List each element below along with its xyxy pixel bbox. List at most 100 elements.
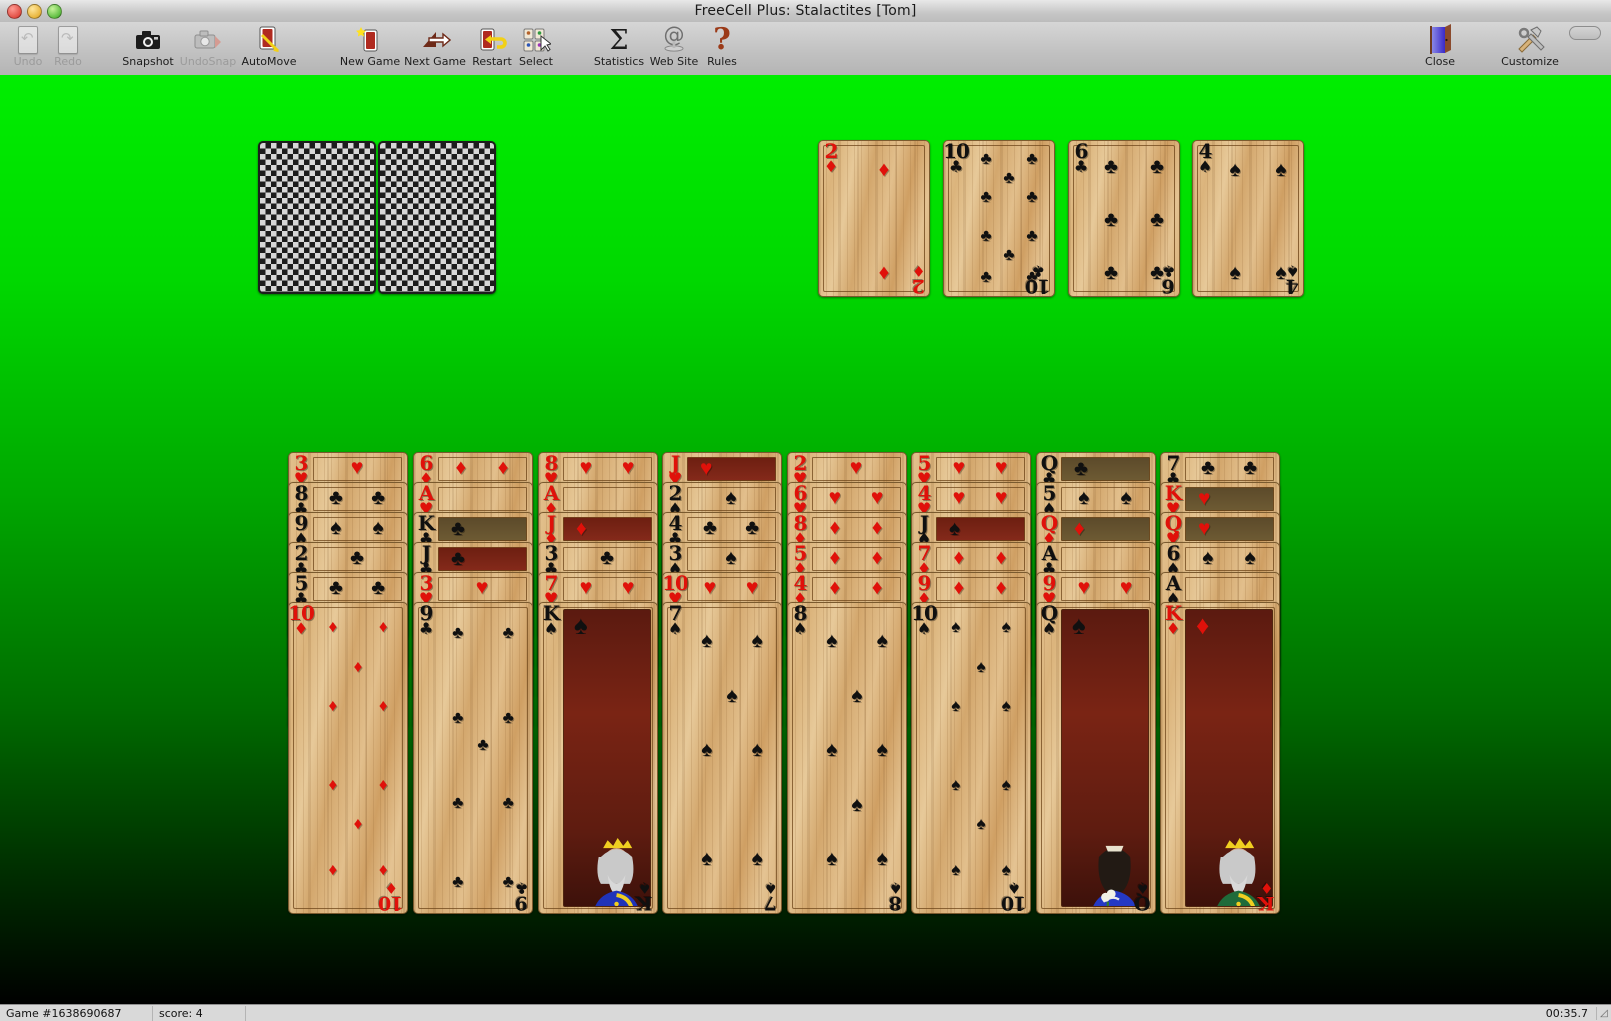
pip: ♥: [995, 487, 1007, 508]
window-title: FreeCell Plus: Stalactites [Tom]: [0, 3, 1611, 19]
pip: ♣: [1074, 458, 1088, 479]
card-index: 4 ♠: [1195, 141, 1215, 175]
pip: ♣: [452, 873, 463, 890]
minimize-window-button[interactable]: [27, 4, 42, 19]
toolbar-button-undosnap[interactable]: UndoSnap: [180, 24, 236, 74]
card-suit: ♣: [515, 880, 528, 895]
card-suit: ♦: [1261, 880, 1274, 895]
card-suit: ♦: [384, 880, 397, 895]
pip: ♠: [826, 848, 837, 869]
pip: ♣: [329, 577, 343, 598]
pip-grid: ♠♠♠♠♠♠♠♠♠♠: [936, 606, 1026, 909]
toolbar-label-redo: Redo: [54, 56, 82, 68]
pip: ♣: [452, 624, 463, 641]
pip-grid: ♠♠♠♠♠♠♠♠: [812, 606, 902, 909]
pip: ♦: [328, 861, 337, 878]
new-card-star-icon: [355, 24, 385, 56]
pip-strip: [563, 457, 652, 481]
pip: ♣: [1026, 227, 1037, 244]
pip: ♦: [328, 697, 337, 714]
card-index: 9 ♣: [416, 603, 436, 637]
tableau-card[interactable]: Q ♠ ♠ Q ♠: [1036, 602, 1156, 914]
zoom-window-button[interactable]: [47, 4, 62, 19]
pip: ♥: [622, 457, 634, 478]
next-arrow-icon: [419, 24, 451, 56]
pip: ♥: [850, 457, 862, 478]
free-cell-2[interactable]: [378, 141, 496, 294]
toolbar-button-nextgame[interactable]: Next Game: [407, 24, 463, 74]
at-sign-icon: @: [659, 24, 689, 56]
pip-strip: [313, 577, 402, 601]
pip: ♦: [872, 517, 883, 538]
foundation-spades[interactable]: 4 ♠ ♠♠♠♠ 4 ♠: [1192, 140, 1304, 297]
pip: ♠: [951, 776, 960, 793]
card-suit: ♠: [793, 621, 807, 637]
pip: ♦: [379, 697, 388, 714]
toolbar-button-customize[interactable]: Customize: [1502, 24, 1558, 74]
pip: ♣: [451, 548, 465, 569]
pip: ♣: [1104, 209, 1118, 230]
toolbar-button-automove[interactable]: AutoMove: [241, 24, 297, 74]
freecell-window: FreeCell Plus: Stalactites [Tom] ↶ Undo …: [0, 0, 1611, 1021]
game-board: 2 ♦ ♦♦ 2 ♦ 10 ♣ ♣♣♣♣♣♣♣♣♣♣ 10 ♣ 6 ♣ ♣♣♣♣…: [0, 75, 1611, 1005]
pip: ♠: [949, 518, 960, 539]
pip: ♥: [1120, 577, 1132, 598]
pip: ♣: [503, 873, 514, 890]
pip: ♣: [329, 487, 343, 508]
foundation-clubs-2[interactable]: 6 ♣ ♣♣♣♣♣♣ 6 ♣: [1068, 140, 1180, 297]
status-game-id: Game #1638690687: [0, 1006, 153, 1021]
pip: ♠: [1002, 861, 1011, 878]
tableau-card[interactable]: 9 ♣ ♣♣♣♣♣♣♣♣♣ 9 ♣: [413, 602, 533, 914]
pip-strip: [687, 577, 776, 601]
tableau-card[interactable]: K ♠ ♠ K ♠: [538, 602, 658, 914]
tableau-card[interactable]: 10 ♦ ♦♦♦♦♦♦♦♦♦♦ 10 ♦: [288, 602, 408, 914]
pip-strip: [1061, 547, 1150, 571]
pip: ♦: [830, 577, 841, 598]
pip: ♠: [373, 517, 384, 538]
foundation-diamonds[interactable]: 2 ♦ ♦♦ 2 ♦: [818, 140, 930, 297]
tableau-card[interactable]: 8 ♠ ♠♠♠♠♠♠♠♠ 8 ♠: [787, 602, 907, 914]
tableau-card[interactable]: 10 ♠ ♠♠♠♠♠♠♠♠♠♠ 10 ♠: [911, 602, 1031, 914]
pip: ♣: [503, 794, 514, 811]
court-art-peek: ♦: [563, 517, 652, 541]
free-cell-1[interactable]: [258, 141, 376, 294]
card-suit: ♣: [1162, 263, 1175, 278]
pip: ♣: [1026, 188, 1037, 205]
card-suit: ♣: [949, 159, 963, 175]
toolbar-button-redo[interactable]: ↷ Redo: [40, 24, 96, 74]
pip: ♥: [746, 577, 758, 598]
card-index-bottom: K ♦: [1259, 880, 1275, 912]
toolbar-button-select[interactable]: Select: [508, 24, 564, 74]
card-index-bottom: 6 ♣: [1162, 263, 1175, 295]
pip-strip: [812, 547, 901, 571]
toolbar-toggle-pill[interactable]: [1569, 26, 1601, 40]
toolbar-button-snapshot[interactable]: Snapshot: [120, 24, 176, 74]
toolbar-button-close[interactable]: Close: [1412, 24, 1468, 74]
toolbar-button-rules[interactable]: ? Rules: [694, 24, 750, 74]
card-index-bottom: 10 ♠: [1002, 880, 1026, 912]
court-art-peek: ♦: [1061, 517, 1150, 541]
toolbar-button-newgame[interactable]: New Game: [342, 24, 398, 74]
pip-strip: [438, 457, 527, 481]
tableau-card[interactable]: 7 ♠ ♠♠♠♠♠♠♠ 7 ♠: [662, 602, 782, 914]
pip: ♦: [576, 518, 587, 539]
pip: ♦: [954, 577, 965, 598]
pip: ♥: [1078, 577, 1090, 598]
pip: ♠: [1202, 547, 1213, 568]
tableau-card[interactable]: K ♦ ♦ K ♦: [1160, 602, 1280, 914]
pip: ♠: [1275, 262, 1286, 283]
pip-strip: [812, 487, 901, 511]
court-art: ♠: [1061, 609, 1149, 907]
resize-grip[interactable]: ◿: [1597, 1008, 1611, 1019]
court-art-peek: ♣: [438, 547, 527, 571]
pip-strip: [1061, 577, 1150, 601]
foundation-clubs-1[interactable]: 10 ♣ ♣♣♣♣♣♣♣♣♣♣ 10 ♣: [943, 140, 1055, 297]
pip: ♥: [704, 577, 716, 598]
card-index-bottom: 9 ♣: [515, 880, 528, 912]
court-art-peek: ♠: [936, 517, 1025, 541]
pip: ♥: [953, 457, 965, 478]
close-window-button[interactable]: [7, 4, 22, 19]
card-suit: ♦: [912, 263, 925, 278]
pip: ♠: [752, 630, 763, 651]
toolbar-button-statistics[interactable]: Σ Statistics: [591, 24, 647, 74]
